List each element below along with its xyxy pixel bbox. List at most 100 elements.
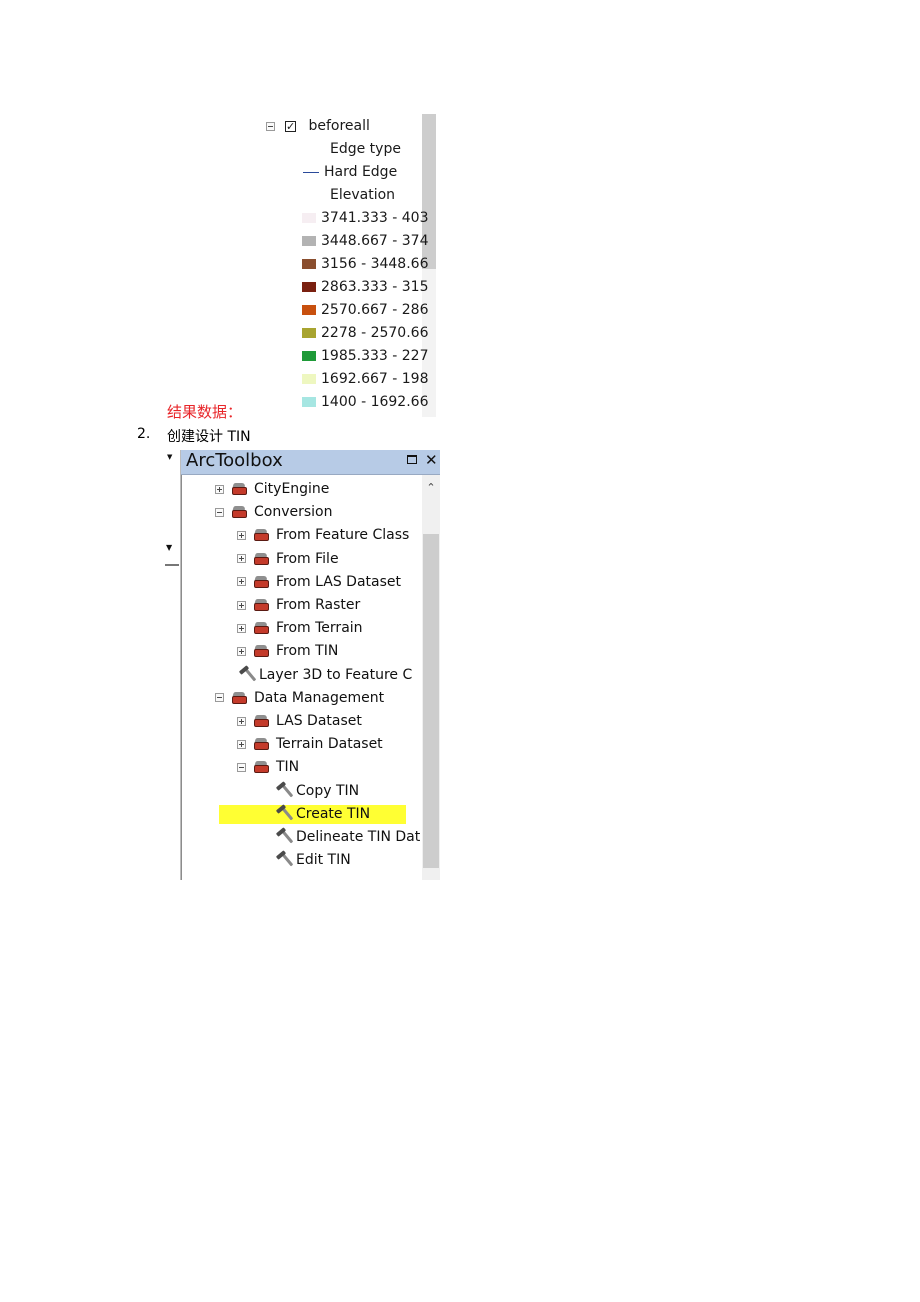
scroll-up-icon[interactable]: ⌃ <box>422 480 440 496</box>
legend-item: 3448.667 - 374 <box>302 230 462 252</box>
toolbox-icon <box>230 691 249 705</box>
step-number: 2. <box>137 426 151 442</box>
legend-item: 3741.333 - 403 <box>302 207 462 229</box>
color-swatch-icon <box>302 351 316 361</box>
legend-item-label: 3448.667 - 374 <box>321 233 429 249</box>
collapse-icon[interactable] <box>215 693 224 703</box>
tree-item-copy-tin[interactable]: Copy TIN <box>274 780 359 803</box>
expand-icon[interactable] <box>237 530 246 540</box>
layer-name: beforeall <box>308 118 370 134</box>
legend-layer-row: ✓ beforeall <box>262 115 422 137</box>
toolbox-icon <box>252 621 271 635</box>
tree-item-label: From File <box>276 550 339 567</box>
legend-item: 2863.333 - 315 <box>302 276 462 298</box>
toolbox-icon <box>230 505 249 519</box>
legend-item: 1400 - 1692.66 <box>302 391 462 413</box>
legend-item: 1985.333 - 227 <box>302 345 462 367</box>
toolbox-scrollbar-thumb[interactable] <box>423 534 439 868</box>
color-swatch-icon <box>302 305 316 315</box>
tree-item-label: Delineate TIN Dat <box>296 829 421 845</box>
legend-item-label: 2570.667 - 286 <box>321 302 429 318</box>
expand-icon[interactable] <box>237 716 246 726</box>
expand-icon[interactable] <box>237 600 246 610</box>
tree-item-label: Terrain Dataset <box>276 736 383 753</box>
legend-item-label: 1400 - 1692.66 <box>321 394 429 410</box>
line-symbol-icon <box>303 171 319 173</box>
toolbox-icon <box>252 598 271 612</box>
dropdown-arrow-icon[interactable]: ▼ <box>166 543 172 552</box>
color-swatch-icon <box>302 259 316 269</box>
legend-panel: ✓ beforeall Edge type Hard Edge Elevatio… <box>262 112 437 417</box>
tree-item-label: Layer 3D to Feature C <box>259 666 413 683</box>
tree-item-from-file[interactable]: From File <box>237 548 339 571</box>
collapse-icon[interactable] <box>237 762 246 772</box>
result-data-label: 结果数据： <box>167 403 243 421</box>
expand-icon[interactable] <box>215 484 224 494</box>
tree-item-cityengine[interactable]: CityEngine <box>215 478 329 501</box>
tree-item-tin[interactable]: TIN <box>237 756 299 779</box>
legend-item: Hard Edge <box>303 161 463 183</box>
tree-item-from-raster[interactable]: From Raster <box>237 594 360 617</box>
collapse-icon[interactable] <box>215 507 224 517</box>
color-swatch-icon <box>302 236 316 246</box>
tree-item-create-tin[interactable]: Create TIN <box>274 803 370 826</box>
close-icon[interactable]: ✕ <box>425 450 438 470</box>
toolbox-icon <box>252 644 271 658</box>
hammer-icon <box>274 850 294 868</box>
legend-item: 1692.667 - 198 <box>302 368 462 390</box>
legend-item-label: 2278 - 2570.66 <box>321 325 429 341</box>
tree-item-label: From Feature Class <box>276 527 410 544</box>
tree-item-label: From LAS Dataset <box>276 573 401 590</box>
layer-checkbox[interactable]: ✓ <box>285 120 296 132</box>
tree-item-data-management[interactable]: Data Management <box>215 687 384 710</box>
expand-icon[interactable] <box>237 577 246 587</box>
legend-item: 2278 - 2570.66 <box>302 322 462 344</box>
color-swatch-icon <box>302 282 316 292</box>
tree-item-from-las-dataset[interactable]: From LAS Dataset <box>237 571 401 594</box>
tree-item-label: Edit TIN <box>296 852 351 869</box>
arctoolbox-window: ArcToolbox ✕ CityEngine Conversion From Fe… <box>181 450 440 880</box>
expand-icon[interactable] <box>237 623 246 633</box>
toolbox-icon <box>252 760 271 774</box>
legend-item-label: 3741.333 - 403 <box>321 210 429 226</box>
expand-icon[interactable] <box>237 646 246 656</box>
dropdown-arrow-icon[interactable]: ▼ <box>167 453 172 461</box>
expand-icon[interactable] <box>237 739 246 749</box>
arctoolbox-titlebar[interactable]: ArcToolbox ✕ <box>181 450 440 475</box>
window-title: ArcToolbox <box>186 450 283 471</box>
hammer-icon <box>274 804 294 822</box>
tree-item-label: Create TIN <box>296 805 371 822</box>
toolbox-icon <box>252 575 271 589</box>
maximize-icon[interactable] <box>407 455 417 464</box>
adjacent-window-edge: ▼ ▼ <box>163 450 181 880</box>
divider <box>165 564 179 566</box>
tree-item-label: CityEngine <box>254 481 330 497</box>
tree-item-label: Data Management <box>254 689 385 706</box>
toolbox-icon <box>252 737 271 751</box>
legend-item: 2570.667 - 286 <box>302 299 462 321</box>
expand-icon[interactable] <box>237 554 246 564</box>
tree-item-edit-tin[interactable]: Edit TIN <box>274 849 351 872</box>
toolbox-icon <box>252 714 271 728</box>
hammer-icon <box>237 664 257 683</box>
tree-item-from-feature-class[interactable]: From Feature Class <box>237 524 409 547</box>
tree-item-from-terrain[interactable]: From Terrain <box>237 617 363 640</box>
tree-item-las-dataset[interactable]: LAS Dataset <box>237 710 362 733</box>
legend-item-label: 1985.333 - 227 <box>321 348 429 364</box>
tree-item-label: From TIN <box>276 643 339 660</box>
tree-item-conversion[interactable]: Conversion <box>215 501 333 524</box>
legend-item-label: 1692.667 - 198 <box>321 371 429 387</box>
tree-item-terrain-dataset[interactable]: Terrain Dataset <box>237 733 383 756</box>
color-swatch-icon <box>302 374 316 384</box>
color-swatch-icon <box>302 328 316 338</box>
tree-item-from-tin[interactable]: From TIN <box>237 640 338 663</box>
tree-item-delineate-tin-dat[interactable]: Delineate TIN Dat <box>274 826 420 849</box>
color-swatch-icon <box>302 213 316 223</box>
legend-item: 3156 - 3448.66 <box>302 253 462 275</box>
toolbox-icon <box>252 552 271 566</box>
legend-item-label: 2863.333 - 315 <box>321 279 429 295</box>
collapse-icon[interactable] <box>266 121 275 131</box>
color-swatch-icon <box>302 397 316 407</box>
legend-item-label: 3156 - 3448.66 <box>321 256 429 272</box>
tree-item-layer-3d-to-feature-c[interactable]: Layer 3D to Feature C <box>237 664 412 687</box>
